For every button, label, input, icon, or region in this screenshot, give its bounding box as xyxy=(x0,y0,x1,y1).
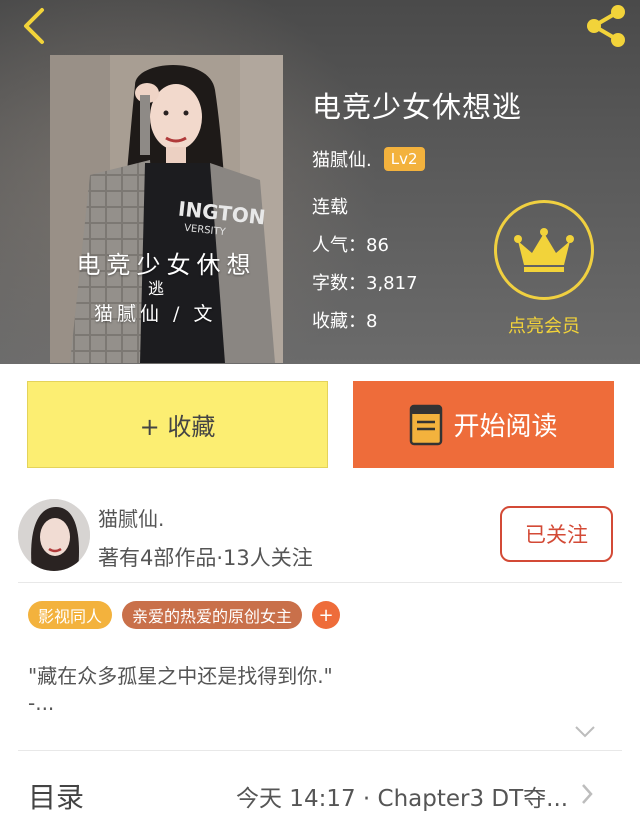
book-author[interactable]: 猫腻仙. xyxy=(312,146,372,172)
start-reading-label: 开始阅读 xyxy=(453,412,558,442)
tag-item[interactable]: 亲爱的热爱的原创女主 xyxy=(122,601,303,629)
book-favorites: 收藏：8 xyxy=(312,311,378,332)
tag-list: 影视同人 亲爱的热爱的原创女主 + xyxy=(28,601,341,629)
vip-badge xyxy=(494,200,594,300)
author-card-info: 著有4部作品·13人关注 xyxy=(98,546,313,570)
synopsis-text: "藏在众多孤星之中还是找得到你." xyxy=(28,664,333,688)
book-popularity: 人气：86 xyxy=(312,235,389,256)
chevron-down-icon xyxy=(575,726,595,738)
vip-label: 点亮会员 xyxy=(508,316,580,337)
author-card-name[interactable]: 猫腻仙. xyxy=(98,503,164,532)
book-header: INGTON VERSITY 电竞少女休想 逃 猫腻仙 / 文 电竞少女休想逃 … xyxy=(0,0,640,364)
share-icon xyxy=(587,5,625,47)
divider xyxy=(18,582,622,583)
follow-button[interactable]: 已关注 xyxy=(500,506,613,562)
latest-chapter[interactable]: 今天 14:17 · Chapter3 DT夺... xyxy=(236,779,568,813)
book-cover[interactable]: INGTON VERSITY 电竞少女休想 逃 猫腻仙 / 文 xyxy=(50,55,283,363)
divider xyxy=(18,750,622,751)
toc-chevron[interactable] xyxy=(580,783,594,805)
cover-title-extra: 逃 xyxy=(148,279,165,298)
author-avatar[interactable] xyxy=(18,499,90,571)
action-bar: + 收藏 开始阅读 xyxy=(0,364,640,486)
author-row: 猫腻仙. Lv2 xyxy=(312,146,425,172)
details-panel: 猫腻仙. 著有4部作品·13人关注 已关注 影视同人 亲爱的热爱的原创女主 + … xyxy=(0,486,640,817)
share-button[interactable] xyxy=(580,2,632,50)
level-badge: Lv2 xyxy=(383,147,425,171)
tag-item[interactable]: 影视同人 xyxy=(28,601,113,629)
expand-synopsis-button[interactable] xyxy=(574,724,596,738)
book-icon xyxy=(410,404,443,445)
synopsis-more: -... xyxy=(28,691,55,715)
vip-button[interactable]: 点亮会员 xyxy=(494,200,594,338)
start-reading-button[interactable]: 开始阅读 xyxy=(353,381,614,468)
chevron-left-icon xyxy=(24,8,44,44)
crown-icon xyxy=(514,228,574,272)
cover-author: 猫腻仙 / 文 xyxy=(94,303,217,325)
book-word-count: 字数：3,817 xyxy=(312,273,418,294)
cover-title: 电竞少女休想 xyxy=(76,251,257,279)
avatar-image xyxy=(18,499,90,571)
add-tag-button[interactable]: + xyxy=(312,601,341,629)
favorite-button[interactable]: + 收藏 xyxy=(27,381,328,468)
book-status: 连载 xyxy=(312,197,348,218)
chevron-right-icon xyxy=(582,784,593,804)
book-title: 电竞少女休想逃 xyxy=(312,90,523,124)
toc-label[interactable]: 目录 xyxy=(28,776,84,816)
back-button[interactable] xyxy=(14,6,54,46)
